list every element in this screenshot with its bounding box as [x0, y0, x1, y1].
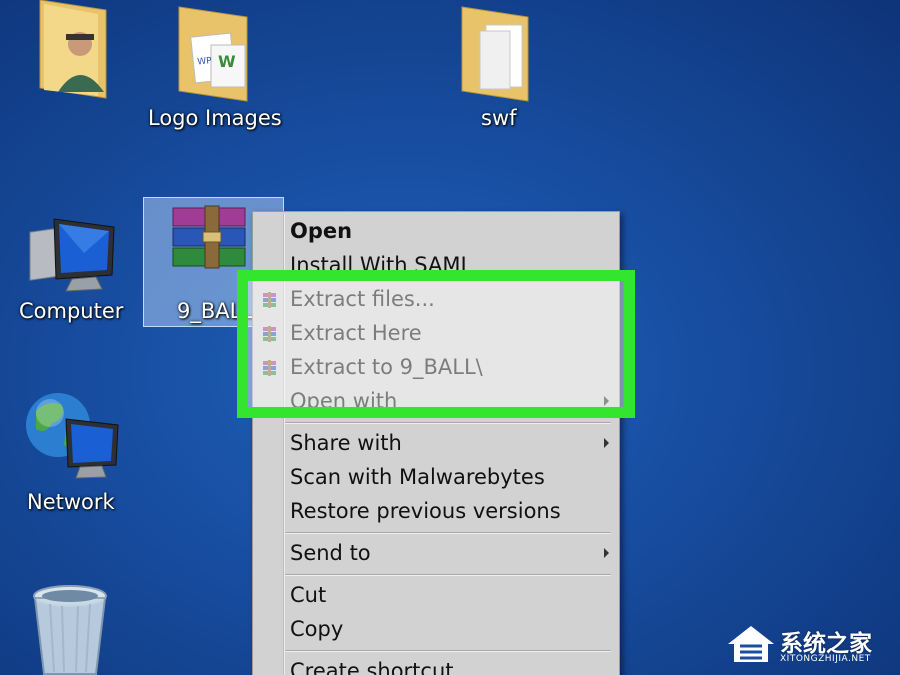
desktop-icon-label: Logo Images [148, 106, 282, 130]
desktop-icon-label: 9_BALL [177, 299, 254, 323]
winrar-icon [263, 360, 276, 376]
menu-item-extract-files[interactable]: Extract files... [253, 284, 619, 318]
menu-item-label: Create shortcut [290, 659, 454, 675]
menu-item-extract-to[interactable]: Extract to 9_BALL\ [253, 352, 619, 386]
menu-item-label: Extract files... [290, 287, 435, 311]
menu-item-open-with[interactable]: Open with [253, 386, 619, 420]
menu-separator [285, 574, 611, 576]
desktop-icon-label: Network [27, 490, 115, 514]
menu-item-install-with-sami[interactable]: Install With SAMI [253, 250, 619, 284]
desktop-icon-computer[interactable]: Computer [10, 205, 135, 330]
desktop-icon-logo-images[interactable]: W WP Logo Images [145, 0, 285, 140]
context-menu[interactable]: Open Install With SAMI Extract files... … [252, 211, 620, 675]
menu-item-cut[interactable]: Cut [253, 580, 619, 614]
chevron-right-icon [604, 438, 609, 448]
winrar-icon [263, 292, 276, 308]
menu-item-send-to[interactable]: Send to [253, 538, 619, 572]
menu-item-label: Install With SAMI [290, 253, 467, 277]
menu-item-label: Scan with Malwarebytes [290, 465, 545, 489]
folder-images-icon: W WP [178, 6, 248, 102]
svg-text:W: W [218, 52, 236, 71]
menu-separator [285, 532, 611, 534]
menu-item-label: Extract to 9_BALL\ [290, 355, 483, 379]
desktop-icon-recycle-bin[interactable] [20, 578, 120, 675]
menu-item-share-with[interactable]: Share with [253, 428, 619, 462]
menu-item-label: Extract Here [290, 321, 422, 345]
menu-item-restore-previous-versions[interactable]: Restore previous versions [253, 496, 619, 530]
watermark-logo-icon [728, 626, 774, 662]
menu-item-label: Cut [290, 583, 327, 607]
watermark-subtitle: XITONGZHIJIA.NET [780, 654, 871, 664]
menu-separator [285, 422, 611, 424]
user-folder-icon [39, 0, 107, 99]
desktop-icon-label: Computer [19, 299, 124, 323]
desktop-icon-user-folder[interactable] [20, 0, 130, 110]
network-icon [26, 393, 119, 479]
menu-item-create-shortcut[interactable]: Create shortcut [253, 656, 619, 675]
menu-item-extract-here[interactable]: Extract Here [253, 318, 619, 352]
chevron-right-icon [604, 396, 609, 406]
watermark-title: 系统之家 [780, 631, 872, 657]
winrar-icon [263, 326, 276, 342]
menu-item-label: Share with [290, 431, 402, 455]
desktop-icon-swf[interactable]: swf [450, 0, 550, 140]
svg-text:WP: WP [197, 56, 213, 68]
computer-icon [29, 218, 115, 292]
desktop: W WP Logo Images swf Computer 9_BALL Net… [0, 0, 900, 675]
menu-item-label: Open [290, 219, 353, 243]
chevron-right-icon [604, 548, 609, 558]
recycle-bin-icon [33, 585, 107, 675]
desktop-icon-label: swf [481, 106, 517, 130]
menu-item-label: Send to [290, 541, 371, 565]
menu-item-label: Open with [290, 389, 398, 413]
winrar-archive-icon [172, 205, 246, 269]
menu-item-label: Restore previous versions [290, 499, 561, 523]
menu-item-label: Copy [290, 617, 344, 641]
menu-item-scan-malwarebytes[interactable]: Scan with Malwarebytes [253, 462, 619, 496]
folder-icon [461, 6, 529, 102]
menu-separator [285, 650, 611, 652]
desktop-icon-network[interactable]: Network [10, 385, 135, 515]
menu-item-open[interactable]: Open [253, 216, 619, 250]
menu-item-copy[interactable]: Copy [253, 614, 619, 648]
watermark: 系统之家 XITONGZHIJIA.NET [724, 620, 896, 670]
